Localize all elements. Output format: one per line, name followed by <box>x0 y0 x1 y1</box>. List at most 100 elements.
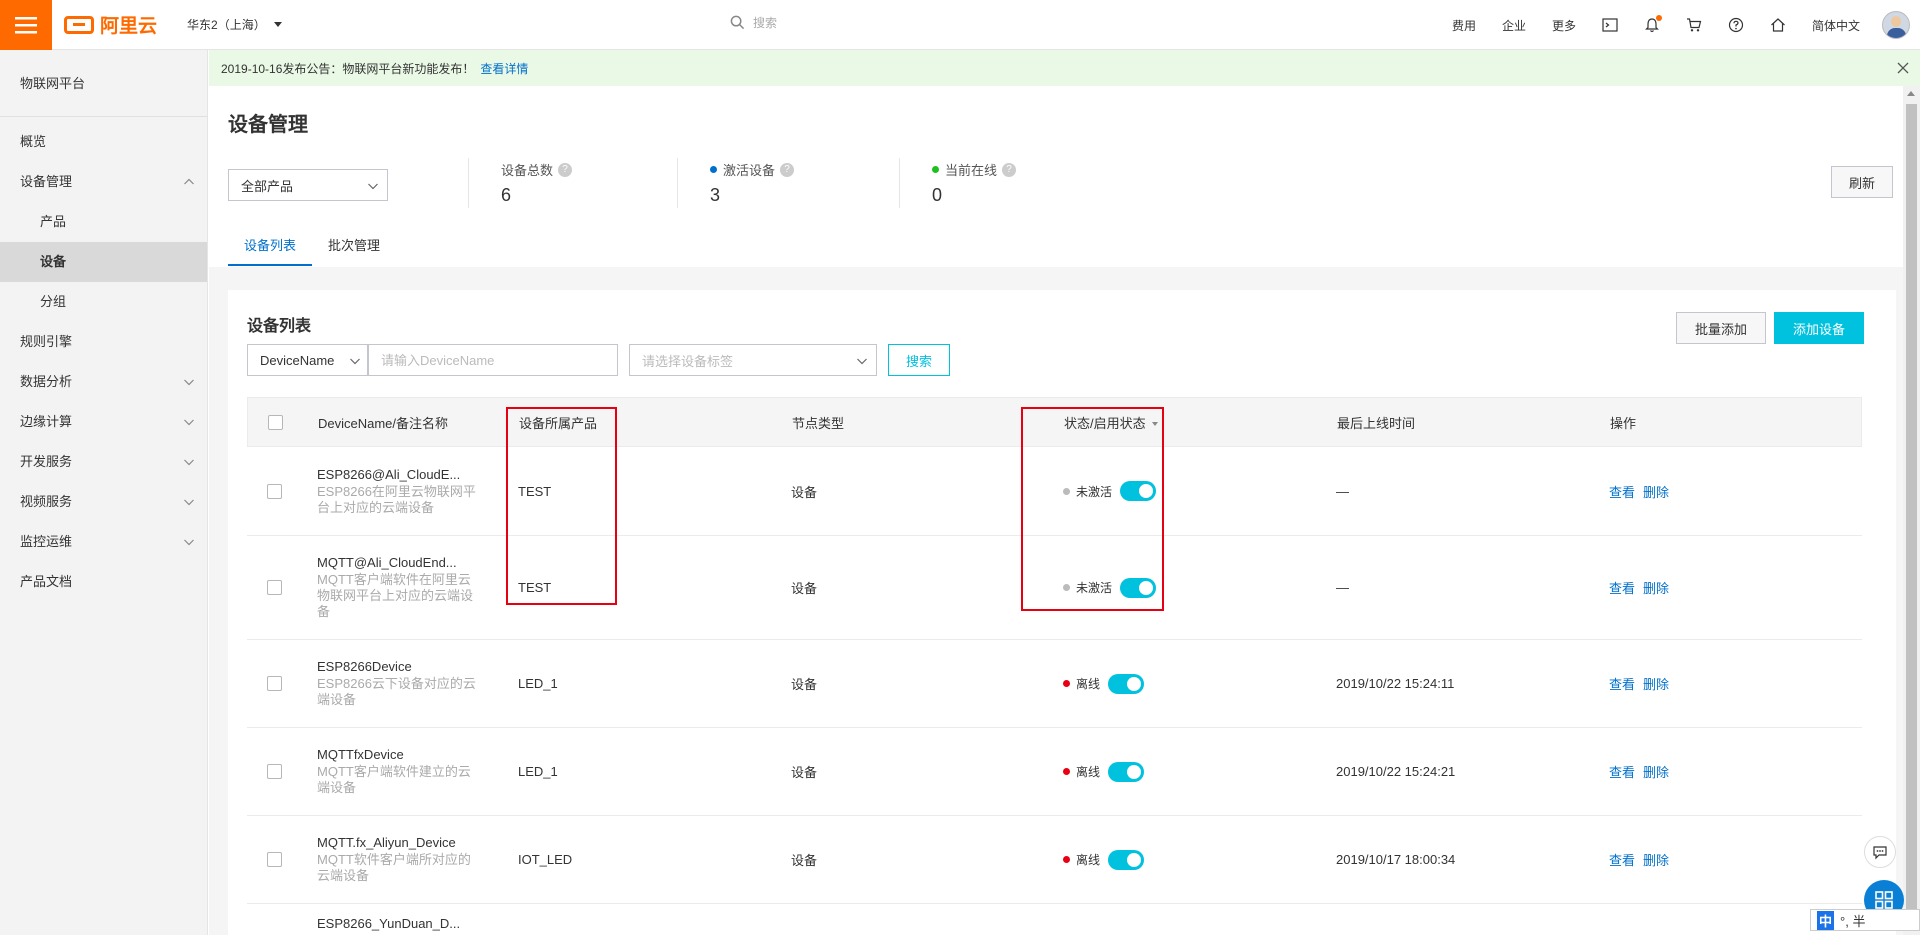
help-icon[interactable]: ? <box>558 162 573 177</box>
language-selector[interactable]: 简体中文 <box>1812 17 1860 34</box>
row-checkbox[interactable] <box>267 676 282 691</box>
sidebar-item-video-service[interactable]: 视频服务 <box>0 482 207 522</box>
sidebar-item-product[interactable]: 产品 <box>0 202 207 242</box>
row-checkbox[interactable] <box>267 483 282 499</box>
device-note: ESP8266云下设备对应的云端设备 <box>317 676 476 707</box>
stat-value: 6 <box>501 185 512 205</box>
column-header-product: 设备所属产品 <box>519 415 598 431</box>
sidebar-item-dev-service[interactable]: 开发服务 <box>0 442 207 482</box>
filter-field-select[interactable]: DeviceName <box>247 344 368 376</box>
sidebar-item-edge-computing[interactable]: 边缘计算 <box>0 402 207 442</box>
product-filter-value: 全部产品 <box>241 178 294 194</box>
ime-chinese-mode[interactable]: 中 <box>1817 910 1835 930</box>
ime-toolbar[interactable]: 中 °, 半 <box>1810 909 1920 931</box>
help-icon[interactable]: ? <box>780 162 795 177</box>
view-link[interactable]: 查看 <box>1609 677 1635 692</box>
sidebar-item-monitoring[interactable]: 监控运维 <box>0 522 207 562</box>
view-link[interactable]: 查看 <box>1609 765 1635 780</box>
device-name-link[interactable]: ESP8266Device <box>317 659 477 674</box>
sidebar-item-product-docs[interactable]: 产品文档 <box>0 562 207 602</box>
tab-device-list[interactable]: 设备列表 <box>228 226 313 266</box>
view-link[interactable]: 查看 <box>1609 581 1635 596</box>
aliyun-logo[interactable]: 阿里云 <box>64 11 157 38</box>
enable-toggle[interactable] <box>1120 577 1157 598</box>
main-content: 设备管理 全部产品 设备总数? 6 激活设备? 3 当前在线? 0 刷新 设备列… <box>209 86 1903 935</box>
nav-link-more[interactable]: 更多 <box>1552 17 1576 34</box>
sidebar-item-rule-engine[interactable]: 规则引擎 <box>0 322 207 362</box>
device-name-link[interactable]: MQTT.fx_Aliyun_Device <box>317 835 477 850</box>
sidebar-item-group[interactable]: 分组 <box>0 282 207 322</box>
status-dot-icon <box>1063 680 1070 687</box>
terminal-icon[interactable] <box>1602 17 1618 33</box>
delete-link[interactable]: 删除 <box>1643 581 1669 596</box>
view-link[interactable]: 查看 <box>1609 853 1635 868</box>
sidebar-item-device[interactable]: 设备 <box>0 242 207 282</box>
chevron-down-icon <box>184 419 194 426</box>
user-avatar[interactable] <box>1882 11 1910 39</box>
device-table: DeviceName/备注名称 设备所属产品 节点类型 状态/启用状态 最后上线… <box>247 397 1862 935</box>
product-filter-select[interactable]: 全部产品 <box>228 169 388 201</box>
search-button[interactable]: 搜索 <box>888 344 950 376</box>
enable-toggle[interactable] <box>1108 673 1145 694</box>
sidebar-item-overview[interactable]: 概览 <box>0 122 207 162</box>
device-name-link[interactable]: ESP8266@Ali_CloudE... <box>317 467 477 482</box>
delete-link[interactable]: 删除 <box>1643 677 1669 692</box>
status-cell: 未激活 <box>1063 577 1157 598</box>
global-search[interactable]: 搜索 <box>730 14 1030 31</box>
enable-toggle[interactable] <box>1108 761 1145 782</box>
column-header-actions: 操作 <box>1610 415 1637 431</box>
scrollbar-thumb[interactable] <box>1906 104 1917 914</box>
device-tag-select[interactable]: 请选择设备标签 <box>629 344 877 376</box>
status-cell: 离线 <box>1063 761 1145 782</box>
view-link[interactable]: 查看 <box>1609 485 1635 500</box>
tab-batch-management[interactable]: 批次管理 <box>312 226 396 266</box>
bulk-add-button[interactable]: 批量添加 <box>1676 312 1766 344</box>
sidebar-item-device-management[interactable]: 设备管理 <box>0 162 207 202</box>
stat-total-devices: 设备总数? 6 <box>501 160 573 206</box>
column-header-device-name: DeviceName/备注名称 <box>318 415 449 431</box>
delete-link[interactable]: 删除 <box>1643 765 1669 780</box>
vertical-scrollbar[interactable] <box>1903 86 1920 935</box>
help-icon[interactable] <box>1728 17 1744 33</box>
delete-link[interactable]: 删除 <box>1643 485 1669 500</box>
row-checkbox[interactable] <box>267 764 282 779</box>
nav-link-enterprise[interactable]: 企业 <box>1502 17 1526 34</box>
scroll-up-icon[interactable] <box>1907 91 1915 96</box>
delete-link[interactable]: 删除 <box>1643 853 1669 868</box>
device-name-link[interactable]: MQTTfxDevice <box>317 747 477 762</box>
device-name-search-input[interactable] <box>368 344 618 376</box>
device-name-link[interactable]: ESP8266_YunDuan_D... <box>317 916 477 931</box>
home-icon[interactable] <box>1770 17 1786 33</box>
table-row: ESP8266Device ESP8266云下设备对应的云端设备 LED_1 设… <box>247 640 1862 728</box>
select-all-checkbox[interactable] <box>268 414 283 430</box>
nav-link-billing[interactable]: 费用 <box>1452 17 1476 34</box>
row-checkbox[interactable] <box>267 852 282 867</box>
cart-icon[interactable] <box>1686 17 1702 33</box>
device-name-cell: MQTT.fx_Aliyun_Device MQTT软件客户端所对应的云端设备 <box>317 835 479 884</box>
hamburger-menu-icon[interactable] <box>0 0 52 50</box>
device-name-link[interactable]: MQTT@Ali_CloudEnd... <box>317 555 477 570</box>
caret-down-icon <box>273 22 282 27</box>
bell-icon[interactable] <box>1644 15 1662 33</box>
region-selector[interactable]: 华东2（上海） <box>187 16 282 33</box>
column-header-status[interactable]: 状态/启用状态 <box>1064 413 1158 432</box>
close-icon[interactable] <box>1896 61 1910 75</box>
top-navbar: 阿里云 华东2（上海） 搜索 费用 企业 更多 简体中文 <box>0 0 1920 50</box>
divider <box>468 158 469 208</box>
announcement-link[interactable]: 查看详情 <box>480 60 528 77</box>
product-cell: TEST <box>518 483 552 499</box>
status-dot-icon <box>1063 584 1070 591</box>
refresh-button[interactable]: 刷新 <box>1831 166 1893 198</box>
sidebar-item-label: 设备管理 <box>20 174 73 189</box>
add-device-button[interactable]: 添加设备 <box>1774 312 1864 344</box>
status-text: 离线 <box>1076 677 1101 691</box>
device-note: MQTT客户端软件建立的云端设备 <box>317 764 471 795</box>
enable-toggle[interactable] <box>1108 849 1145 870</box>
enable-toggle[interactable] <box>1120 481 1157 501</box>
sidebar-item-data-analysis[interactable]: 数据分析 <box>0 362 207 402</box>
help-icon[interactable]: ? <box>1002 162 1017 177</box>
status-dot-icon <box>932 166 939 173</box>
product-cell: TEST <box>518 580 552 595</box>
chat-icon[interactable] <box>1864 836 1896 868</box>
row-checkbox[interactable] <box>267 580 282 595</box>
